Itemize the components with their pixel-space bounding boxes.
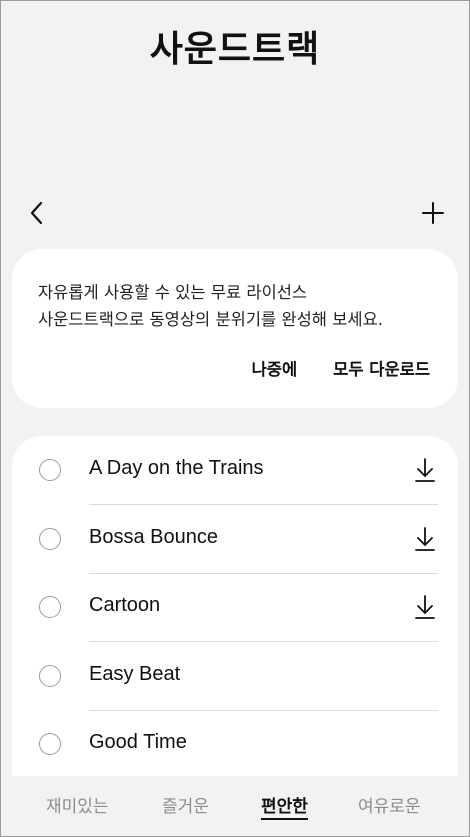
tab-label: 편안한: [261, 797, 308, 817]
download-icon[interactable]: [414, 594, 436, 620]
track-radio[interactable]: [39, 528, 61, 550]
category-tabs: 재미있는 즐거운 편안한 여유로운: [0, 776, 470, 837]
page-title: 사운드트랙: [149, 29, 321, 70]
track-radio[interactable]: [39, 733, 61, 755]
tab-fun[interactable]: 재미있는: [46, 792, 109, 817]
tab-relaxed[interactable]: 편안한: [261, 792, 308, 820]
banner-line-2: 사운드트랙으로 동영상의 분위기를 완성해 보세요.: [38, 310, 384, 329]
tab-label: 여유로운: [358, 797, 421, 817]
tab-label: 재미있는: [46, 797, 109, 817]
track-title: A Day on the Trains: [89, 457, 264, 479]
plus-icon: [422, 202, 444, 224]
track-row[interactable]: Cartoon: [12, 573, 458, 642]
track-list: A Day on the Trains Bossa Bounce Cartoon…: [12, 436, 458, 776]
banner-text: 자유롭게 사용할 수 있는 무료 라이선스 사운드트랙으로 동영상의 분위기를 …: [38, 279, 383, 333]
active-tab-indicator: [261, 818, 308, 820]
download-all-button[interactable]: 모두 다운로드: [333, 356, 430, 380]
tab-label: 즐거운: [162, 797, 209, 817]
later-button[interactable]: 나중에: [252, 356, 298, 380]
track-row[interactable]: Easy Beat: [12, 642, 458, 711]
tab-leisurely[interactable]: 여유로운: [358, 792, 421, 817]
track-title: Bossa Bounce: [89, 526, 218, 548]
track-radio[interactable]: [39, 596, 61, 618]
add-button[interactable]: [418, 198, 448, 228]
tab-joyful[interactable]: 즐거운: [162, 792, 209, 817]
track-row[interactable]: Good Time: [12, 710, 458, 776]
download-banner: 자유롭게 사용할 수 있는 무료 라이선스 사운드트랙으로 동영상의 분위기를 …: [12, 249, 458, 408]
download-icon[interactable]: [414, 457, 436, 483]
track-row[interactable]: A Day on the Trains: [12, 436, 458, 505]
track-radio[interactable]: [39, 459, 61, 481]
track-title: Easy Beat: [89, 663, 181, 685]
track-title: Good Time: [89, 731, 187, 753]
track-title: Cartoon: [89, 594, 161, 616]
track-row[interactable]: Bossa Bounce: [12, 505, 458, 574]
banner-line-1: 자유롭게 사용할 수 있는 무료 라이선스: [38, 283, 308, 302]
download-icon[interactable]: [414, 526, 436, 552]
back-button[interactable]: [22, 198, 52, 228]
chevron-left-icon: [30, 201, 43, 225]
track-radio[interactable]: [39, 665, 61, 687]
